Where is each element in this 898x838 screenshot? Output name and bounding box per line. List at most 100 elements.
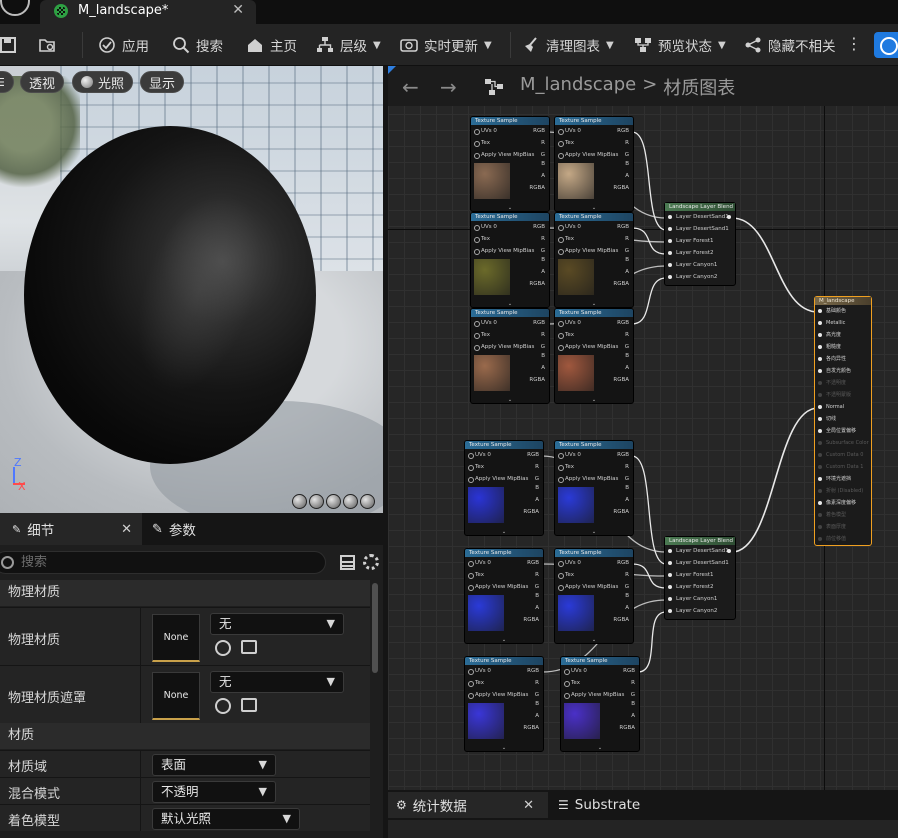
- material-input-pin[interactable]: 基础颜色: [815, 305, 871, 317]
- node-output-pin[interactable]: A: [625, 173, 629, 179]
- blend-layer-pin[interactable]: Layer Forest1: [665, 569, 735, 581]
- node-output-pin[interactable]: G: [625, 149, 629, 161]
- node-output-pin[interactable]: RGBA: [613, 617, 629, 623]
- material-input-pin[interactable]: 环境光遮挡: [815, 473, 871, 485]
- sphere-mesh-icon[interactable]: [309, 494, 324, 509]
- forward-arrow-icon[interactable]: →: [440, 75, 457, 99]
- node-output-pin[interactable]: G: [625, 473, 629, 485]
- node-output-pin[interactable]: B: [541, 257, 545, 263]
- node-output-pin[interactable]: A: [535, 713, 539, 719]
- node-expand-chevron-icon[interactable]: ⌄: [465, 637, 543, 643]
- browse-asset-icon[interactable]: [241, 698, 257, 712]
- node-output-pin[interactable]: G: [625, 341, 629, 353]
- more-options-icon[interactable]: ⋮: [846, 34, 862, 53]
- apply-button[interactable]: 应用: [98, 24, 149, 66]
- node-output-pin[interactable]: A: [535, 605, 539, 611]
- material-input-pin[interactable]: 不透明蒙版: [815, 389, 871, 401]
- node-output-pin[interactable]: G: [625, 245, 629, 257]
- node-output-pin[interactable]: G: [625, 581, 629, 593]
- node-output-pin[interactable]: RGBA: [523, 617, 539, 623]
- material-result-node[interactable]: M_landscape 基础颜色 Metallic 高光度 粗糙度 各向异性 自发光颜色 不透…: [814, 296, 872, 546]
- landscape-layer-blend-node[interactable]: Landscape Layer Blend Layer DesertSand1 La…: [664, 536, 736, 620]
- blend-output-pin[interactable]: [727, 549, 731, 553]
- node-output-pin[interactable]: RGBA: [613, 281, 629, 287]
- node-output-pin[interactable]: R: [625, 329, 629, 341]
- texture-sample-node[interactable]: Texture Sample UVs 0 RGB Tex R Apply View Mip…: [560, 656, 640, 752]
- node-output-pin[interactable]: R: [541, 137, 545, 149]
- node-output-pin[interactable]: A: [625, 605, 629, 611]
- table-view-icon[interactable]: [340, 555, 355, 570]
- node-output-pin[interactable]: RGBA: [613, 185, 629, 191]
- node-output-pin[interactable]: RGB: [617, 125, 629, 137]
- node-output-pin[interactable]: A: [625, 497, 629, 503]
- node-output-pin[interactable]: RGB: [527, 449, 539, 461]
- node-output-pin[interactable]: RGB: [533, 125, 545, 137]
- node-expand-chevron-icon[interactable]: ⌄: [555, 397, 633, 403]
- material-input-pin[interactable]: 各向异性: [815, 353, 871, 365]
- node-expand-chevron-icon[interactable]: ⌄: [555, 637, 633, 643]
- phys-material-thumbnail[interactable]: None: [152, 614, 200, 662]
- node-output-pin[interactable]: RGBA: [523, 725, 539, 731]
- node-output-pin[interactable]: RGB: [527, 665, 539, 677]
- category-material[interactable]: 材质: [0, 723, 370, 749]
- perspective-button[interactable]: 透视: [20, 71, 65, 93]
- material-input-pin[interactable]: Metallic: [815, 317, 871, 329]
- node-output-pin[interactable]: R: [541, 329, 545, 341]
- details-search-input[interactable]: 搜索: [0, 551, 326, 574]
- shading-combo[interactable]: 默认光照 ▼: [152, 808, 300, 830]
- node-expand-chevron-icon[interactable]: ⌄: [555, 529, 633, 535]
- node-expand-chevron-icon[interactable]: ⌄: [555, 301, 633, 307]
- back-arrow-icon[interactable]: ←: [402, 75, 419, 99]
- node-output-pin[interactable]: RGBA: [529, 281, 545, 287]
- settings-gear-icon[interactable]: [363, 554, 379, 570]
- node-output-pin[interactable]: RGBA: [619, 725, 635, 731]
- node-output-pin[interactable]: A: [625, 269, 629, 275]
- teapot-mesh-icon[interactable]: [360, 494, 375, 509]
- node-output-pin[interactable]: B: [625, 593, 629, 599]
- node-expand-chevron-icon[interactable]: ⌄: [471, 205, 549, 211]
- node-output-pin[interactable]: RGBA: [613, 509, 629, 515]
- tab-stats[interactable]: ⚙ 统计数据 ✕: [388, 792, 548, 818]
- node-output-pin[interactable]: A: [625, 365, 629, 371]
- texture-sample-node[interactable]: Texture Sample UVs 0 RGB Tex R Apply View Mip…: [554, 440, 634, 536]
- blend-layer-pin[interactable]: Layer DesertSand1: [665, 557, 735, 569]
- node-output-pin[interactable]: R: [625, 569, 629, 581]
- node-output-pin[interactable]: B: [541, 161, 545, 167]
- phys-mask-combo[interactable]: 无 ▼: [210, 671, 344, 693]
- node-output-pin[interactable]: G: [535, 581, 539, 593]
- tab-m-landscape[interactable]: M_landscape* ✕: [40, 0, 256, 24]
- material-input-pin[interactable]: 折射 (Disabled): [815, 485, 871, 497]
- tab-details[interactable]: ✎ 细节 ✕: [0, 513, 142, 545]
- close-icon[interactable]: ✕: [121, 522, 132, 537]
- node-output-pin[interactable]: B: [541, 353, 545, 359]
- blend-output-pin[interactable]: [727, 215, 731, 219]
- texture-sample-node[interactable]: Texture Sample UVs 0 RGB Tex R Apply View Mip…: [464, 440, 544, 536]
- material-input-pin[interactable]: 着色模型: [815, 509, 871, 521]
- node-output-pin[interactable]: RGB: [527, 557, 539, 569]
- node-expand-chevron-icon[interactable]: ⌄: [465, 745, 543, 751]
- category-physical-material[interactable]: 物理材质: [0, 580, 370, 606]
- unreal-logo-icon[interactable]: [0, 0, 30, 16]
- node-output-pin[interactable]: A: [541, 173, 545, 179]
- node-output-pin[interactable]: RGB: [533, 317, 545, 329]
- texture-sample-node[interactable]: Texture Sample UVs 0 RGB Tex R Apply View Mip…: [470, 116, 550, 212]
- material-input-pin[interactable]: 全局位置偏移: [815, 425, 871, 437]
- tab-parameters[interactable]: ✎ 参数: [152, 513, 196, 545]
- node-output-pin[interactable]: A: [541, 365, 545, 371]
- node-output-pin[interactable]: RGBA: [529, 185, 545, 191]
- texture-sample-node[interactable]: Texture Sample UVs 0 RGB Tex R Apply View Mip…: [464, 548, 544, 644]
- hierarchy-dropdown[interactable]: 层级 ▼: [316, 24, 381, 66]
- preview-state-dropdown[interactable]: 预览状态 ▼: [634, 24, 726, 66]
- search-button[interactable]: 搜索: [172, 24, 223, 66]
- node-output-pin[interactable]: R: [625, 233, 629, 245]
- node-output-pin[interactable]: B: [625, 353, 629, 359]
- material-input-pin[interactable]: 自发光颜色: [815, 365, 871, 377]
- node-output-pin[interactable]: RGB: [617, 317, 629, 329]
- node-output-pin[interactable]: A: [535, 497, 539, 503]
- node-output-pin[interactable]: B: [625, 161, 629, 167]
- material-input-pin[interactable]: 表面厚度: [815, 521, 871, 533]
- hide-unrelated-button[interactable]: 隐藏不相关: [744, 24, 836, 66]
- save-button[interactable]: [0, 24, 18, 66]
- tab-close-icon[interactable]: ✕: [232, 2, 244, 18]
- blend-layer-pin[interactable]: Layer Canyon1: [665, 259, 735, 271]
